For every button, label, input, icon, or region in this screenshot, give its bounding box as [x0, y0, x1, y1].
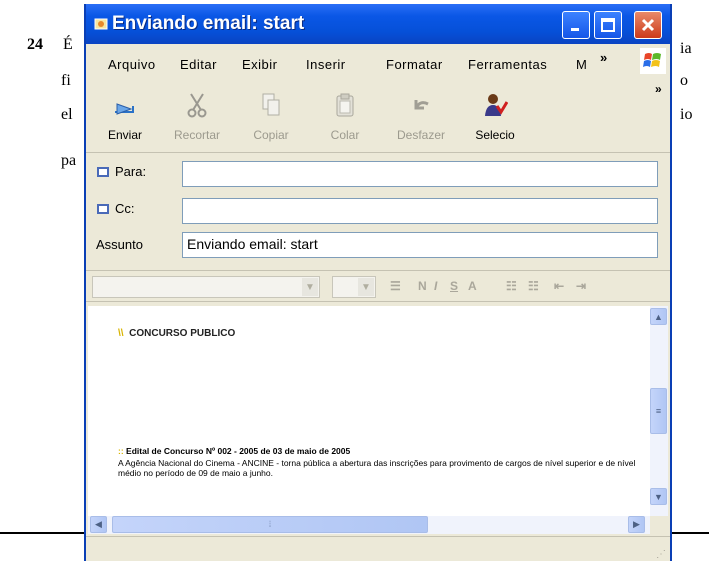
menu-ferramentas[interactable]: Ferramentas: [468, 57, 547, 72]
address-book-icon: [97, 166, 109, 177]
menu-bar: Arquivo Editar Exibir Inserir Formatar F…: [86, 44, 670, 81]
italic-icon[interactable]: I: [434, 279, 437, 293]
to-label-container[interactable]: Para:: [96, 164, 146, 179]
scroll-left-button[interactable]: ◀: [90, 516, 107, 533]
scissors-icon: [187, 93, 207, 118]
undo-label: Desfazer: [396, 128, 446, 142]
bold-icon[interactable]: N: [418, 279, 427, 293]
scroll-down-button[interactable]: ▼: [650, 488, 667, 505]
edital-marker-icon: ::: [118, 446, 124, 456]
title-bar[interactable]: Enviando email: start: [86, 4, 670, 44]
check-names-label: Selecio: [475, 128, 515, 142]
bullet-list-icon[interactable]: ☷: [528, 279, 539, 293]
doc-text-line3-start: el: [61, 106, 73, 123]
toolbar-overflow-chevron[interactable]: »: [655, 82, 662, 96]
menu-arquivo[interactable]: Arquivo: [108, 57, 156, 72]
toolbar: Enviar Recortar Copiar Colar Desfazer Se…: [86, 80, 670, 153]
increase-indent-icon[interactable]: ⇥: [576, 279, 586, 293]
message-body[interactable]: \\ CONCURSO PUBLICO :: Edital de Concurs…: [88, 306, 650, 516]
menu-inserir[interactable]: Inserir: [306, 57, 346, 72]
body-heading-text: CONCURSO PUBLICO: [129, 328, 236, 339]
question-number: 24: [27, 36, 43, 53]
formatting-toolbar: ▼ ▼ ☰ N I S A ☷ ☷ ⇤ ⇥: [86, 270, 670, 302]
minimize-button[interactable]: [562, 11, 590, 39]
doc-text-line3-end: io: [680, 106, 693, 123]
edital-title: :: Edital de Concurso Nº 002 - 2005 de 0…: [118, 446, 638, 456]
minimize-icon: [571, 28, 579, 31]
subject-label: Assunto: [96, 237, 143, 252]
doc-text-line1-end: ia: [680, 40, 692, 57]
to-label: Para:: [115, 164, 147, 179]
copy-icon: [262, 93, 280, 116]
cc-label: Cc:: [115, 201, 135, 216]
doc-text-line1-start: É: [63, 36, 73, 53]
menu-overflow-chevron[interactable]: »: [600, 50, 608, 65]
menu-exibir[interactable]: Exibir: [242, 57, 278, 72]
check-names-button[interactable]: Selecio: [460, 88, 530, 142]
doc-text-line2-end: o: [680, 72, 688, 89]
address-book-icon: [97, 203, 109, 214]
send-button[interactable]: Enviar: [90, 88, 160, 142]
status-bar: ⋰: [86, 536, 670, 561]
envelope-icon: [94, 18, 108, 30]
cc-input[interactable]: [182, 198, 658, 224]
vertical-scrollbar[interactable]: ▲ ≡ ▼: [650, 306, 668, 516]
paste-label: Colar: [330, 128, 360, 142]
underline-icon[interactable]: S: [450, 279, 458, 293]
heading-marker-icon: \\: [118, 328, 124, 339]
numbered-list-icon[interactable]: ☷: [506, 279, 517, 293]
horizontal-scrollbar[interactable]: ◀ ⦙ ▶: [88, 516, 650, 534]
close-button[interactable]: [634, 11, 662, 39]
undo-icon: [414, 100, 429, 110]
close-icon: [641, 18, 655, 32]
email-window: Enviando email: start Arquivo Editar Exi…: [84, 4, 672, 561]
resize-grip-icon[interactable]: ⋰: [656, 549, 666, 560]
copy-button[interactable]: Copiar: [236, 88, 306, 142]
send-label: Enviar: [107, 128, 142, 142]
maximize-icon: [601, 18, 615, 32]
paste-icon: [336, 93, 354, 117]
font-name-select[interactable]: ▼: [92, 276, 320, 298]
subject-input[interactable]: Enviando email: start: [182, 232, 658, 258]
menu-editar[interactable]: Editar: [180, 57, 217, 72]
to-input[interactable]: [182, 161, 658, 187]
decrease-indent-icon[interactable]: ⇤: [554, 279, 564, 293]
scroll-up-button[interactable]: ▲: [650, 308, 667, 325]
menu-mensagem[interactable]: M: [576, 57, 587, 72]
undo-button[interactable]: Desfazer: [386, 88, 456, 142]
edital-title-text: Edital de Concurso Nº 002 - 2005 de 03 d…: [126, 446, 351, 456]
send-icon: [115, 103, 134, 115]
copy-label: Copiar: [253, 128, 289, 142]
cut-label: Recortar: [173, 128, 220, 142]
doc-text-line4-start: pa: [61, 152, 77, 169]
menu-formatar[interactable]: Formatar: [386, 57, 443, 72]
body-heading: \\ CONCURSO PUBLICO: [118, 328, 235, 339]
check-names-icon: [485, 94, 508, 116]
edital-paragraph: A Agência Nacional do Cinema - ANCINE - …: [118, 458, 636, 478]
chevron-down-icon: ▼: [358, 278, 374, 296]
scroll-thumb-horizontal[interactable]: ⦙: [112, 516, 428, 533]
font-color-icon[interactable]: A: [468, 279, 477, 293]
chevron-down-icon: ▼: [302, 278, 318, 296]
windows-logo-icon: [640, 48, 666, 74]
doc-text-line2-start: fi: [61, 72, 71, 89]
font-size-select[interactable]: ▼: [332, 276, 376, 298]
paste-button[interactable]: Colar: [310, 88, 380, 142]
scroll-thumb-vertical[interactable]: ≡: [650, 388, 667, 434]
paragraph-style-icon[interactable]: ☰: [390, 279, 401, 293]
cut-button[interactable]: Recortar: [162, 88, 232, 142]
maximize-button[interactable]: [594, 11, 622, 39]
scroll-right-button[interactable]: ▶: [628, 516, 645, 533]
cc-label-container[interactable]: Cc:: [96, 201, 135, 216]
window-title: Enviando email: start: [112, 13, 305, 34]
